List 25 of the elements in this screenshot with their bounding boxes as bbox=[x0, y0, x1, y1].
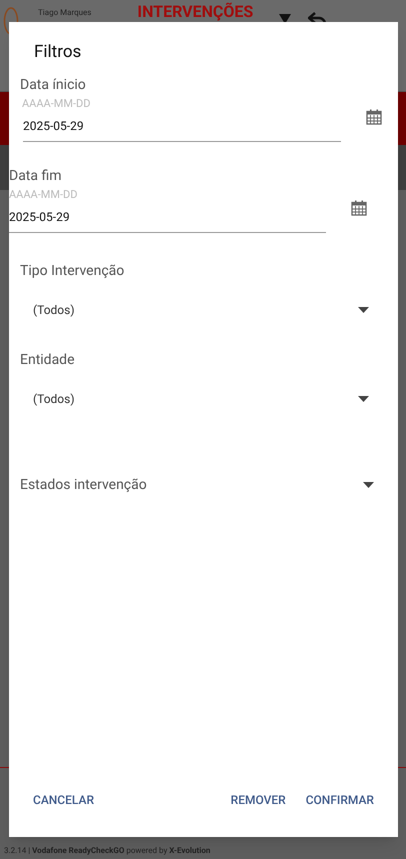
dialog-button[interactable]: REMOVER bbox=[220, 785, 296, 815]
dialog-title: Filtros bbox=[34, 41, 82, 63]
field-label: Tipo Intervenção bbox=[20, 262, 126, 280]
dropdown-caret-icon[interactable] bbox=[358, 307, 369, 313]
dropdown-select[interactable]: (Todos) bbox=[20, 387, 369, 411]
calendar-icon[interactable] bbox=[366, 109, 382, 125]
hint-text: AAAA-MM-DD bbox=[22, 97, 92, 111]
date-field[interactable]: 2025-05-29 bbox=[9, 208, 326, 233]
dialog-button[interactable]: CONFIRMAR bbox=[296, 785, 384, 815]
user-name: Tiago Marques bbox=[38, 8, 92, 18]
field-label: Data ínicio bbox=[20, 76, 87, 94]
dropdown-caret-icon[interactable] bbox=[363, 482, 374, 488]
calendar-icon[interactable] bbox=[351, 200, 367, 216]
dropdown-caret-icon[interactable] bbox=[358, 396, 369, 402]
filter-icon[interactable] bbox=[279, 14, 292, 24]
page-title: INTERVENÇÕES bbox=[137, 2, 254, 21]
back-icon[interactable] bbox=[308, 12, 326, 24]
field-label: Data fim bbox=[9, 167, 63, 185]
dropdown-select[interactable]: (Todos) bbox=[20, 298, 369, 322]
dialog-button[interactable]: CANCELAR bbox=[23, 785, 104, 815]
field-label: Entidade bbox=[20, 351, 76, 369]
hint-text: AAAA-MM-DD bbox=[9, 188, 78, 202]
footer-text: 3.2.14 | Vodafone ReadyCheckGO powered by X-Evolution bbox=[4, 846, 210, 855]
dropdown-select[interactable]: Estados intervenção bbox=[20, 473, 374, 497]
date-field[interactable]: 2025-05-29 bbox=[23, 117, 341, 142]
